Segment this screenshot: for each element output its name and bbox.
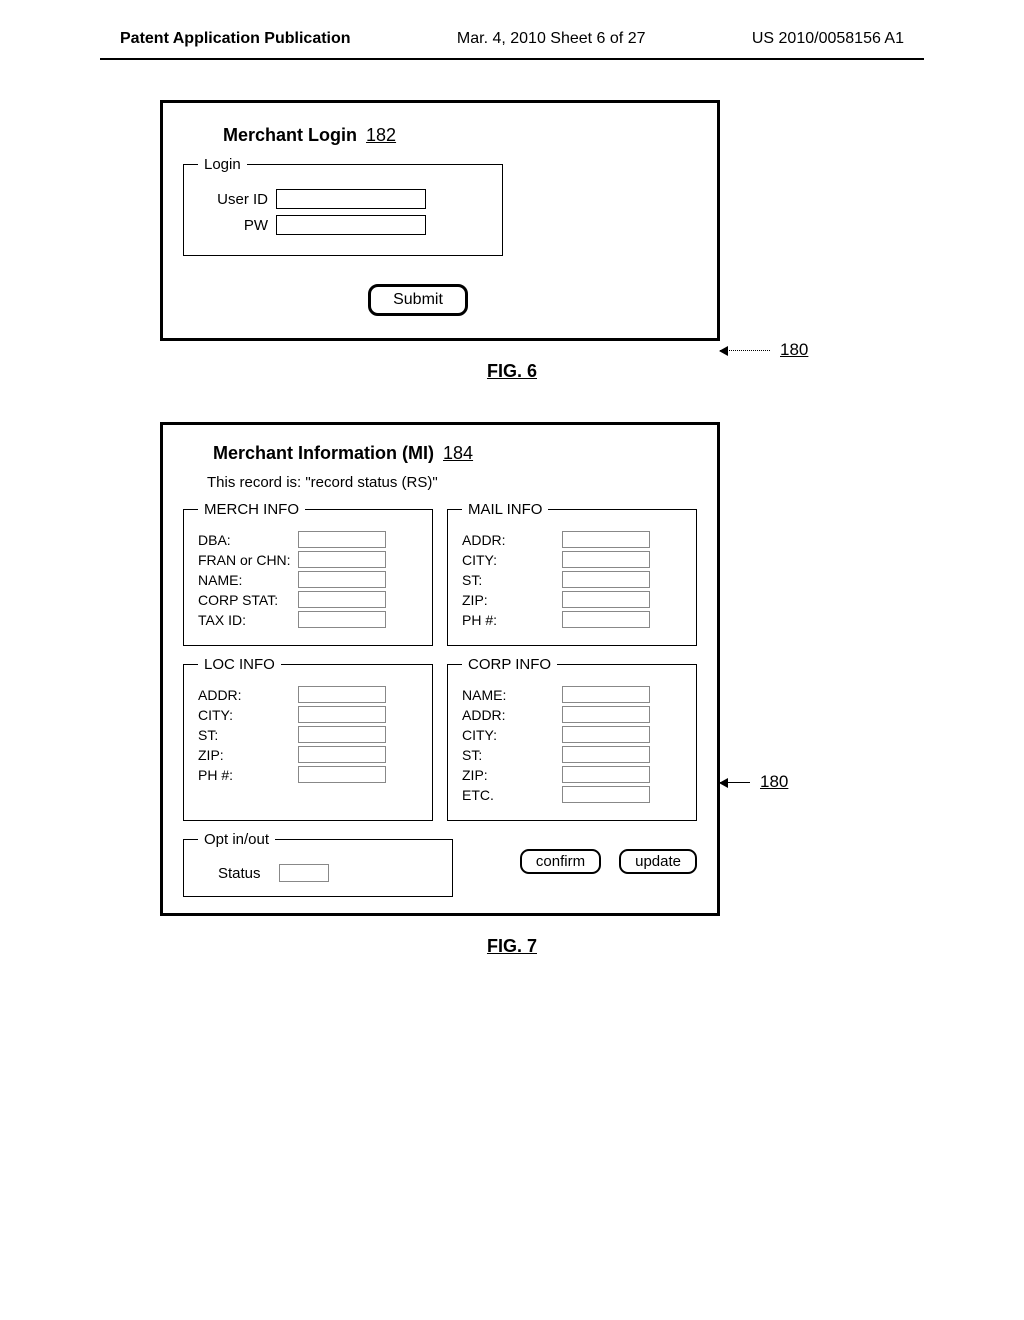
mi-panel: Merchant Information (MI) 184 This recor… <box>160 422 720 916</box>
loc-city-input[interactable] <box>298 706 386 723</box>
loc-ph-label: PH #: <box>198 767 298 783</box>
pw-input[interactable] <box>276 215 426 235</box>
callout-number: 180 <box>780 340 808 360</box>
userid-label: User ID <box>198 191 268 208</box>
corp-addr-input[interactable] <box>562 706 650 723</box>
loc-info-fieldset: LOC INFO ADDR: CITY: ST: ZIP: PH #: <box>183 656 433 821</box>
mi-title-ref: 184 <box>443 443 473 463</box>
merch-taxid-label: TAX ID: <box>198 612 298 628</box>
corp-etc-input[interactable] <box>562 786 650 803</box>
header-publication: Patent Application Publication <box>120 30 351 48</box>
loc-city-label: CITY: <box>198 707 298 723</box>
loc-zip-label: ZIP: <box>198 747 298 763</box>
mail-st-input[interactable] <box>562 571 650 588</box>
merch-corpstat-label: CORP STAT: <box>198 592 298 608</box>
merch-info-fieldset: MERCH INFO DBA: FRAN or CHN: NAME: CORP … <box>183 501 433 646</box>
mail-city-input[interactable] <box>562 551 650 568</box>
mail-zip-input[interactable] <box>562 591 650 608</box>
mail-st-label: ST: <box>462 572 562 588</box>
merch-name-label: NAME: <box>198 572 298 588</box>
loc-st-label: ST: <box>198 727 298 743</box>
bottom-row: Opt in/out Status confirm update <box>183 831 697 897</box>
mail-info-fieldset: MAIL INFO ADDR: CITY: ST: ZIP: PH #: <box>447 501 697 646</box>
fig7-caption: FIG. 7 <box>0 936 1024 957</box>
confirm-button[interactable]: confirm <box>520 849 601 874</box>
mail-addr-input[interactable] <box>562 531 650 548</box>
mi-title-text: Merchant Information (MI) <box>213 443 434 463</box>
merch-fran-label: FRAN or CHN: <box>198 552 298 568</box>
login-panel: Merchant Login 182 Login User ID PW Subm… <box>160 100 720 341</box>
login-title-ref: 182 <box>366 125 396 145</box>
merch-corpstat-input[interactable] <box>298 591 386 608</box>
loc-addr-label: ADDR: <box>198 687 298 703</box>
header-docnum: US 2010/0058156 A1 <box>752 30 904 48</box>
arrow-icon <box>720 782 750 783</box>
update-button[interactable]: update <box>619 849 697 874</box>
login-panel-title: Merchant Login 182 <box>223 125 697 146</box>
figure-6: Merchant Login 182 Login User ID PW Subm… <box>160 100 904 341</box>
header-sheet: Mar. 4, 2010 Sheet 6 of 27 <box>457 30 646 48</box>
corp-zip-label: ZIP: <box>462 767 562 783</box>
userid-input[interactable] <box>276 189 426 209</box>
corp-st-label: ST: <box>462 747 562 763</box>
mail-ph-label: PH #: <box>462 612 562 628</box>
mail-addr-label: ADDR: <box>462 532 562 548</box>
merch-dba-label: DBA: <box>198 532 298 548</box>
page-header: Patent Application Publication Mar. 4, 2… <box>0 30 1024 54</box>
corp-st-input[interactable] <box>562 746 650 763</box>
merch-legend: MERCH INFO <box>198 501 305 518</box>
loc-addr-input[interactable] <box>298 686 386 703</box>
mail-city-label: CITY: <box>462 552 562 568</box>
opt-legend: Opt in/out <box>198 831 275 848</box>
corp-etc-label: ETC. <box>462 787 562 803</box>
patent-page: Patent Application Publication Mar. 4, 2… <box>0 0 1024 1037</box>
callout-180-fig6: 180 <box>720 340 808 360</box>
mi-subtitle: This record is: "record status (RS)" <box>207 474 697 491</box>
mail-zip-label: ZIP: <box>462 592 562 608</box>
loc-ph-input[interactable] <box>298 766 386 783</box>
merch-fran-input[interactable] <box>298 551 386 568</box>
info-row-2: LOC INFO ADDR: CITY: ST: ZIP: PH #: CORP… <box>183 656 697 821</box>
mi-panel-title: Merchant Information (MI) 184 <box>213 443 697 464</box>
opt-status-row: Status <box>218 864 438 882</box>
submit-wrap: Submit <box>273 284 563 316</box>
corp-city-input[interactable] <box>562 726 650 743</box>
callout-number: 180 <box>760 772 788 792</box>
corp-name-label: NAME: <box>462 687 562 703</box>
login-fieldset: Login User ID PW <box>183 156 503 256</box>
opt-fieldset: Opt in/out Status <box>183 831 453 897</box>
loc-legend: LOC INFO <box>198 656 281 673</box>
info-row-1: MERCH INFO DBA: FRAN or CHN: NAME: CORP … <box>183 501 697 646</box>
mail-ph-input[interactable] <box>562 611 650 628</box>
pw-row: PW <box>198 215 488 235</box>
corp-legend: CORP INFO <box>462 656 557 673</box>
fig6-caption: FIG. 6 <box>0 361 1024 382</box>
figure-7: Merchant Information (MI) 184 This recor… <box>160 422 904 916</box>
userid-row: User ID <box>198 189 488 209</box>
loc-st-input[interactable] <box>298 726 386 743</box>
corp-city-label: CITY: <box>462 727 562 743</box>
mail-legend: MAIL INFO <box>462 501 548 518</box>
pw-label: PW <box>198 217 268 234</box>
opt-status-label: Status <box>218 865 261 882</box>
opt-status-input[interactable] <box>279 864 329 882</box>
merch-taxid-input[interactable] <box>298 611 386 628</box>
header-rule <box>100 58 924 60</box>
corp-zip-input[interactable] <box>562 766 650 783</box>
callout-180-fig7: 180 <box>720 772 788 792</box>
loc-zip-input[interactable] <box>298 746 386 763</box>
merch-dba-input[interactable] <box>298 531 386 548</box>
login-title-text: Merchant Login <box>223 125 357 145</box>
corp-name-input[interactable] <box>562 686 650 703</box>
submit-button[interactable]: Submit <box>368 284 468 316</box>
corp-info-fieldset: CORP INFO NAME: ADDR: CITY: ST: ZIP: ETC… <box>447 656 697 821</box>
action-buttons: confirm update <box>467 831 697 874</box>
merch-name-input[interactable] <box>298 571 386 588</box>
arrow-icon <box>720 350 770 351</box>
corp-addr-label: ADDR: <box>462 707 562 723</box>
login-legend: Login <box>198 156 247 173</box>
